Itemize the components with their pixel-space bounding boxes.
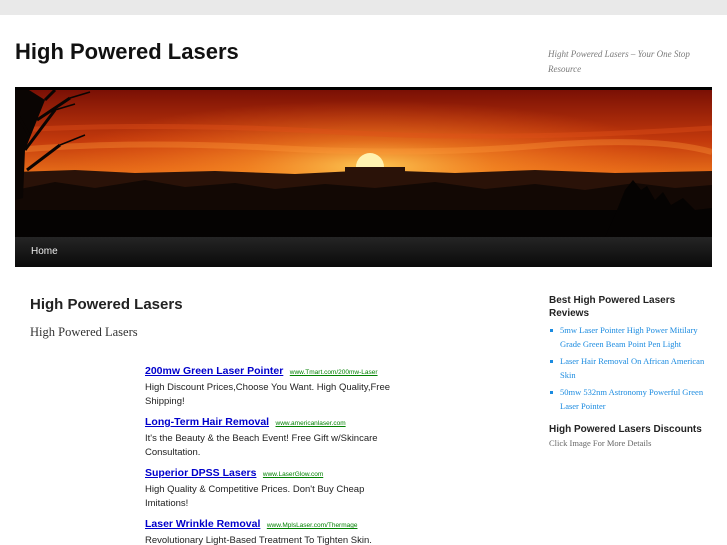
header-banner-image: [15, 90, 712, 237]
list-item: 50mw 532nm Astronomy Powerful Green Lase…: [549, 386, 711, 413]
list-item: Laser Hair Removal On African American S…: [549, 355, 711, 382]
site-description: Hight Powered Lasers – Your One Stop Res…: [548, 49, 690, 74]
ad-url-link[interactable]: www.LaserGlow.com: [263, 471, 323, 478]
entry-subtitle: High Powered Lasers: [30, 325, 138, 339]
widget-title-discounts: High Powered Lasers Discounts: [549, 424, 702, 435]
nav-item-home[interactable]: Home: [31, 237, 58, 267]
ad-item: Long-Term Hair Removal www.americanlaser…: [145, 413, 400, 460]
ad-item: Laser Wrinkle Removal www.MplsLaser.com/…: [145, 515, 400, 545]
ad-title-link[interactable]: 200mw Green Laser Pointer: [145, 365, 283, 377]
entry-title: High Powered Lasers: [30, 296, 183, 313]
reviews-list: 5mw Laser Pointer High Power Mitilary Gr…: [549, 324, 711, 413]
ad-url-link[interactable]: www.MplsLaser.com/Thermage: [267, 522, 358, 529]
review-link[interactable]: 50mw 532nm Astronomy Powerful Green Lase…: [560, 387, 703, 411]
widget-title-reviews: Best High Powered Lasers Reviews: [549, 295, 676, 319]
ad-description: High Quality & Competitive Prices. Don't…: [145, 484, 365, 509]
page: High Powered Lasers Hight Powered Lasers…: [0, 15, 727, 545]
ad-url-link[interactable]: www.Tmart.com/200mw-Laser: [290, 369, 378, 376]
widget-discounts-text: Click Image For More Details: [549, 438, 652, 448]
ad-title-link[interactable]: Long-Term Hair Removal: [145, 416, 269, 428]
ad-title-link[interactable]: Laser Wrinkle Removal: [145, 518, 260, 530]
review-link[interactable]: 5mw Laser Pointer High Power Mitilary Gr…: [560, 325, 698, 349]
main-navigation: Home: [15, 237, 712, 267]
bullet-icon: [550, 360, 553, 363]
ad-item: 200mw Green Laser Pointer www.Tmart.com/…: [145, 362, 400, 409]
sidebar: Best High Powered Lasers Reviews 5mw Las…: [549, 294, 711, 448]
bullet-icon: [550, 391, 553, 394]
ad-block: 200mw Green Laser Pointer www.Tmart.com/…: [145, 362, 400, 545]
review-link[interactable]: Laser Hair Removal On African American S…: [560, 356, 704, 380]
ad-description: It's the Beauty & the Beach Event! Free …: [145, 433, 378, 458]
discounts-widget: High Powered Lasers Discounts Click Imag…: [549, 423, 711, 448]
site-title[interactable]: High Powered Lasers: [15, 39, 239, 65]
bullet-icon: [550, 329, 553, 332]
ad-title-link[interactable]: Superior DPSS Lasers: [145, 467, 256, 479]
list-item: 5mw Laser Pointer High Power Mitilary Gr…: [549, 324, 711, 351]
ad-url-link[interactable]: www.americanlaser.com: [276, 420, 346, 427]
ad-description: High Discount Prices,Choose You Want. Hi…: [145, 382, 391, 407]
ad-item: Superior DPSS Lasers www.LaserGlow.com H…: [145, 464, 400, 511]
ad-description: Revolutionary Light-Based Treatment To T…: [145, 535, 372, 545]
